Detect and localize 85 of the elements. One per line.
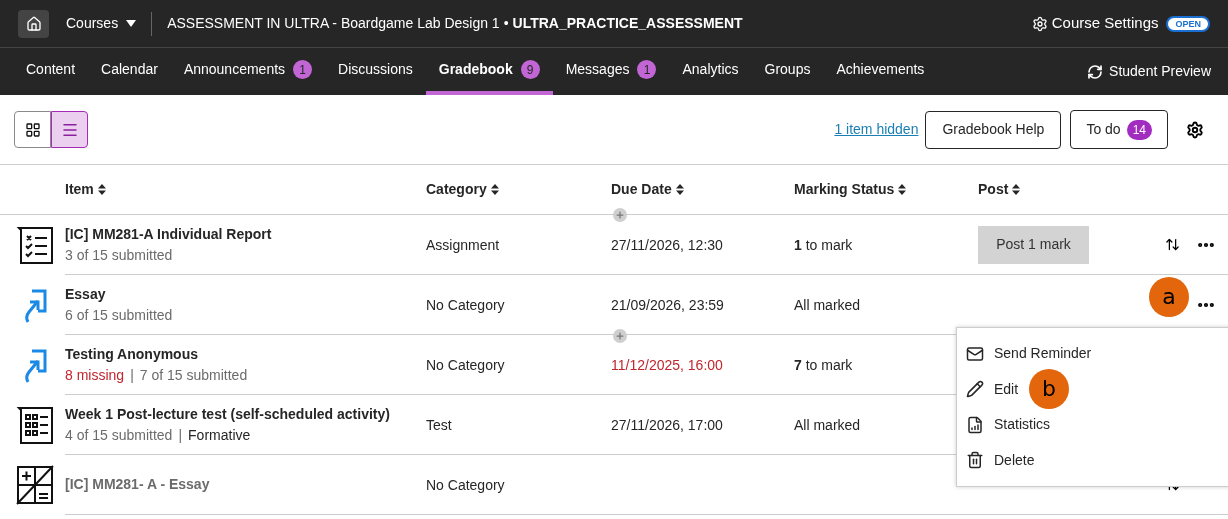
column-header[interactable]: Item (65, 179, 106, 200)
settings-icon (1031, 15, 1048, 32)
marking-status: 1 to mark (794, 236, 853, 253)
count-badge: 9 (520, 60, 540, 79)
separator-text: | (130, 365, 134, 385)
due-date: 21/09/2026, 23:59 (611, 296, 724, 313)
callout-marker: a (1149, 277, 1189, 317)
separator-text: • (503, 14, 509, 33)
category-text: Assignment (426, 236, 500, 253)
count-badge: 14 (1126, 119, 1152, 140)
add-item-button[interactable] (613, 208, 627, 222)
reorder-icon[interactable] (1165, 237, 1180, 252)
menu-item[interactable]: Statistics (957, 407, 1228, 443)
due-date: 11/12/2025, 16:00 (611, 356, 723, 373)
nav-tab[interactable]: Calendar (88, 48, 171, 95)
count-badge: 1 (637, 60, 657, 79)
nav-tab[interactable]: Gradebook 9 (425, 48, 553, 95)
item-title[interactable]: Essay (65, 283, 426, 305)
student-preview-button[interactable]: Student Preview (1109, 61, 1211, 82)
plus-icon (615, 331, 625, 341)
settings-icon[interactable] (1186, 120, 1204, 139)
due-date: 27/11/2026, 12:30 (611, 236, 723, 253)
item-title[interactable]: [IC] MM281-A Individual Report (65, 223, 426, 245)
courses-menu[interactable]: Courses (66, 13, 137, 34)
status-badge: OPEN (1166, 15, 1210, 32)
course-code: ULTRA_PRACTICE_ASSESSMENT (512, 14, 743, 33)
nav-tab[interactable]: Achievements (823, 48, 938, 95)
checklist-icon (15, 225, 54, 265)
nav-tab[interactable]: Messages 1 (552, 48, 670, 95)
hidden-items-link[interactable]: 1 item hidden (834, 119, 919, 140)
submission-count: 4 of 15 submitted (65, 425, 173, 445)
item-title[interactable]: Testing Anonymous (65, 343, 426, 365)
plus-icon (615, 210, 625, 220)
item-title[interactable]: [IC] MM281- A - Essay (65, 474, 426, 495)
test-icon (15, 405, 54, 445)
list-view-button[interactable] (51, 111, 88, 148)
submission-count: 7 of 15 submitted (139, 365, 248, 385)
sort-icon (97, 184, 106, 195)
column-header[interactable]: Marking Status (794, 179, 907, 200)
calculation-icon (15, 465, 54, 505)
missing-count: 8 missing (65, 365, 125, 385)
menu-item[interactable]: Delete (957, 442, 1228, 478)
caret-icon (126, 20, 137, 27)
separator-text: | (178, 425, 183, 445)
course-title: ASSESSMENT IN ULTRA - Boardgame Lab Design 1 (167, 14, 500, 33)
marking-status: All marked (794, 296, 861, 313)
course-settings-button[interactable]: Course Settings (1051, 12, 1159, 35)
item-title[interactable]: Week 1 Post-lecture test (self-scheduled activity) (65, 403, 426, 425)
submission-count: 6 of 15 submitted (65, 305, 173, 325)
marking-status: 7 to mark (794, 356, 853, 373)
home-icon (25, 15, 42, 32)
refresh-icon (1087, 63, 1104, 80)
marking-status: All marked (794, 416, 861, 433)
trash-icon (966, 451, 984, 470)
sort-icon (1012, 184, 1021, 195)
category-text: No Category (426, 356, 505, 373)
count-badge: 1 (293, 60, 313, 79)
column-header[interactable]: Post (978, 179, 1021, 200)
grid-view-button[interactable] (14, 111, 51, 148)
submission-count: 3 of 15 submitted (65, 245, 173, 265)
category-text: Test (426, 416, 452, 433)
mail-icon (966, 344, 984, 363)
pencil-icon (966, 380, 984, 399)
gradebook-help-button[interactable]: Gradebook Help (925, 110, 1062, 149)
item-tag: Formative (188, 424, 251, 446)
statistics-icon (966, 415, 984, 434)
nav-tab[interactable]: Analytics (669, 48, 752, 95)
category-text: No Category (426, 296, 505, 313)
nav-tab[interactable]: Content (13, 48, 89, 95)
nav-tab[interactable]: Announcements 1 (170, 48, 326, 95)
sort-icon (490, 184, 499, 195)
due-date: 27/11/2026, 17:00 (611, 416, 723, 433)
category-text: No Category (426, 476, 505, 493)
nav-tab[interactable]: Discussions (325, 48, 426, 95)
home-button[interactable] (18, 9, 49, 38)
nav-tab[interactable]: Groups (751, 48, 824, 95)
add-item-button[interactable] (613, 329, 627, 343)
todo-button[interactable]: To do 14 (1070, 110, 1168, 149)
column-header[interactable]: Category (426, 179, 499, 200)
column-header[interactable]: Due Date (611, 179, 684, 200)
sort-icon (675, 184, 684, 195)
menu-item[interactable]: Send Reminder (957, 336, 1228, 372)
grid-icon (24, 121, 41, 138)
sort-icon (898, 184, 907, 195)
post-button[interactable]: Post 1 mark (978, 225, 1089, 264)
